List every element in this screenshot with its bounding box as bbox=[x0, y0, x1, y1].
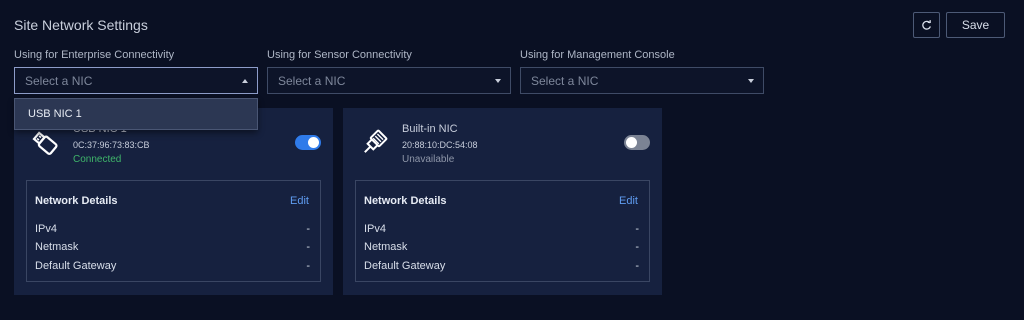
chevron-down-icon bbox=[495, 79, 501, 83]
nic-card-builtin: Built-in NIC 20:88:10:DC:54:08 Unavailab… bbox=[343, 108, 662, 295]
details-title: Network Details bbox=[364, 195, 447, 207]
chevron-up-icon bbox=[242, 79, 248, 83]
chevron-down-icon bbox=[748, 79, 754, 83]
detail-label: Default Gateway bbox=[35, 260, 117, 272]
ethernet-plug-icon bbox=[364, 129, 388, 153]
nic-name: Built-in NIC bbox=[402, 123, 458, 135]
nic-card-usb: USB NIC 1 0C:37:96:73:83:CB Connected Ne… bbox=[14, 108, 333, 295]
management-nic-select[interactable]: Select a NIC bbox=[520, 67, 764, 94]
refresh-button[interactable] bbox=[913, 12, 940, 38]
detail-value: - bbox=[635, 223, 639, 235]
nic-status: Connected bbox=[73, 154, 122, 165]
nic-dropdown-option[interactable]: USB NIC 1 bbox=[14, 98, 258, 130]
detail-row-netmask: Netmask - bbox=[35, 241, 310, 253]
page-title: Site Network Settings bbox=[14, 17, 148, 33]
nic-enable-toggle[interactable] bbox=[295, 135, 321, 150]
select-placeholder: Select a NIC bbox=[25, 73, 93, 88]
detail-value: - bbox=[635, 260, 639, 272]
detail-label: IPv4 bbox=[35, 223, 58, 235]
nic-mac-address: 20:88:10:DC:54:08 bbox=[402, 140, 478, 150]
enterprise-nic-select[interactable]: Select a NIC bbox=[14, 67, 258, 94]
detail-label: IPv4 bbox=[364, 223, 387, 235]
nic-status: Unavailable bbox=[402, 154, 455, 165]
detail-row-netmask: Netmask - bbox=[364, 241, 639, 253]
sensor-connectivity-label: Using for Sensor Connectivity bbox=[267, 49, 412, 61]
refresh-icon bbox=[922, 19, 931, 30]
usb-icon bbox=[32, 131, 58, 155]
detail-value: - bbox=[635, 241, 639, 253]
detail-row-ipv4: IPv4 - bbox=[364, 223, 639, 235]
network-details-panel: Network Details Edit IPv4 - Netmask - De… bbox=[26, 180, 321, 282]
detail-row-gateway: Default Gateway - bbox=[364, 260, 639, 272]
details-title: Network Details bbox=[35, 195, 118, 207]
edit-link[interactable]: Edit bbox=[619, 195, 638, 207]
nic-mac-address: 0C:37:96:73:83:CB bbox=[73, 140, 150, 150]
detail-label: Netmask bbox=[35, 241, 79, 253]
detail-value: - bbox=[306, 241, 310, 253]
detail-row-gateway: Default Gateway - bbox=[35, 260, 310, 272]
dropdown-option-label: USB NIC 1 bbox=[28, 108, 82, 120]
select-placeholder: Select a NIC bbox=[278, 73, 346, 88]
detail-row-ipv4: IPv4 - bbox=[35, 223, 310, 235]
network-details-panel: Network Details Edit IPv4 - Netmask - De… bbox=[355, 180, 650, 282]
sensor-nic-select[interactable]: Select a NIC bbox=[267, 67, 511, 94]
management-console-label: Using for Management Console bbox=[520, 49, 675, 61]
select-placeholder: Select a NIC bbox=[531, 73, 599, 88]
nic-enable-toggle[interactable] bbox=[624, 135, 650, 150]
edit-link[interactable]: Edit bbox=[290, 195, 309, 207]
detail-value: - bbox=[306, 223, 310, 235]
save-button[interactable]: Save bbox=[946, 12, 1005, 38]
enterprise-connectivity-label: Using for Enterprise Connectivity bbox=[14, 49, 175, 61]
detail-value: - bbox=[306, 260, 310, 272]
detail-label: Netmask bbox=[364, 241, 408, 253]
detail-label: Default Gateway bbox=[364, 260, 446, 272]
